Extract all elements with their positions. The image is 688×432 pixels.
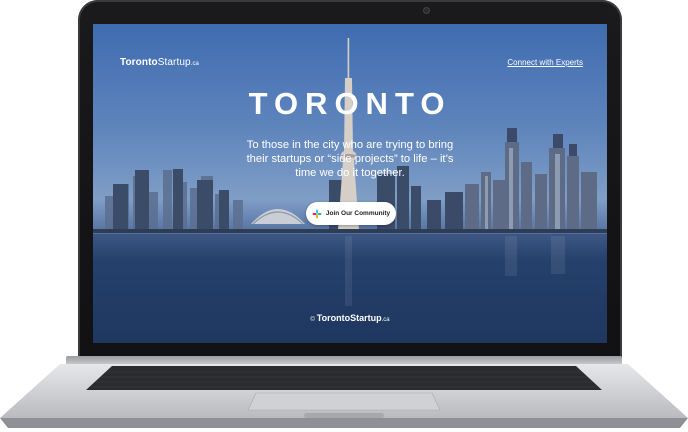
laptop-keyboard-base (0, 364, 688, 428)
brand-tld: .ca (190, 61, 199, 67)
brand-name-bold: Toronto (120, 57, 158, 68)
brand-name-regular: Startup (157, 57, 191, 68)
footer-brand-name: TorontoStartup (316, 313, 382, 323)
brand-logo[interactable]: TorontoStartup.ca (120, 57, 199, 68)
page-title: TORONTO (248, 86, 452, 121)
webcam-icon (424, 8, 429, 13)
join-community-label: Join Our Community (325, 210, 391, 217)
slack-icon (312, 209, 322, 218)
website-screen: TorontoStartup.ca Connect with Experts T… (93, 24, 607, 343)
join-community-button[interactable]: Join Our Community (306, 202, 396, 225)
copyright-symbol: © (310, 317, 315, 323)
toronto-skyline-photo (93, 38, 607, 343)
footer-copyright: © TorontoStartup.ca (93, 313, 607, 323)
hero-tagline: To those in the city who are trying to b… (246, 139, 454, 179)
connect-with-experts-link[interactable]: Connect with Experts (507, 58, 583, 67)
footer-brand-tld: .ca (381, 317, 390, 323)
